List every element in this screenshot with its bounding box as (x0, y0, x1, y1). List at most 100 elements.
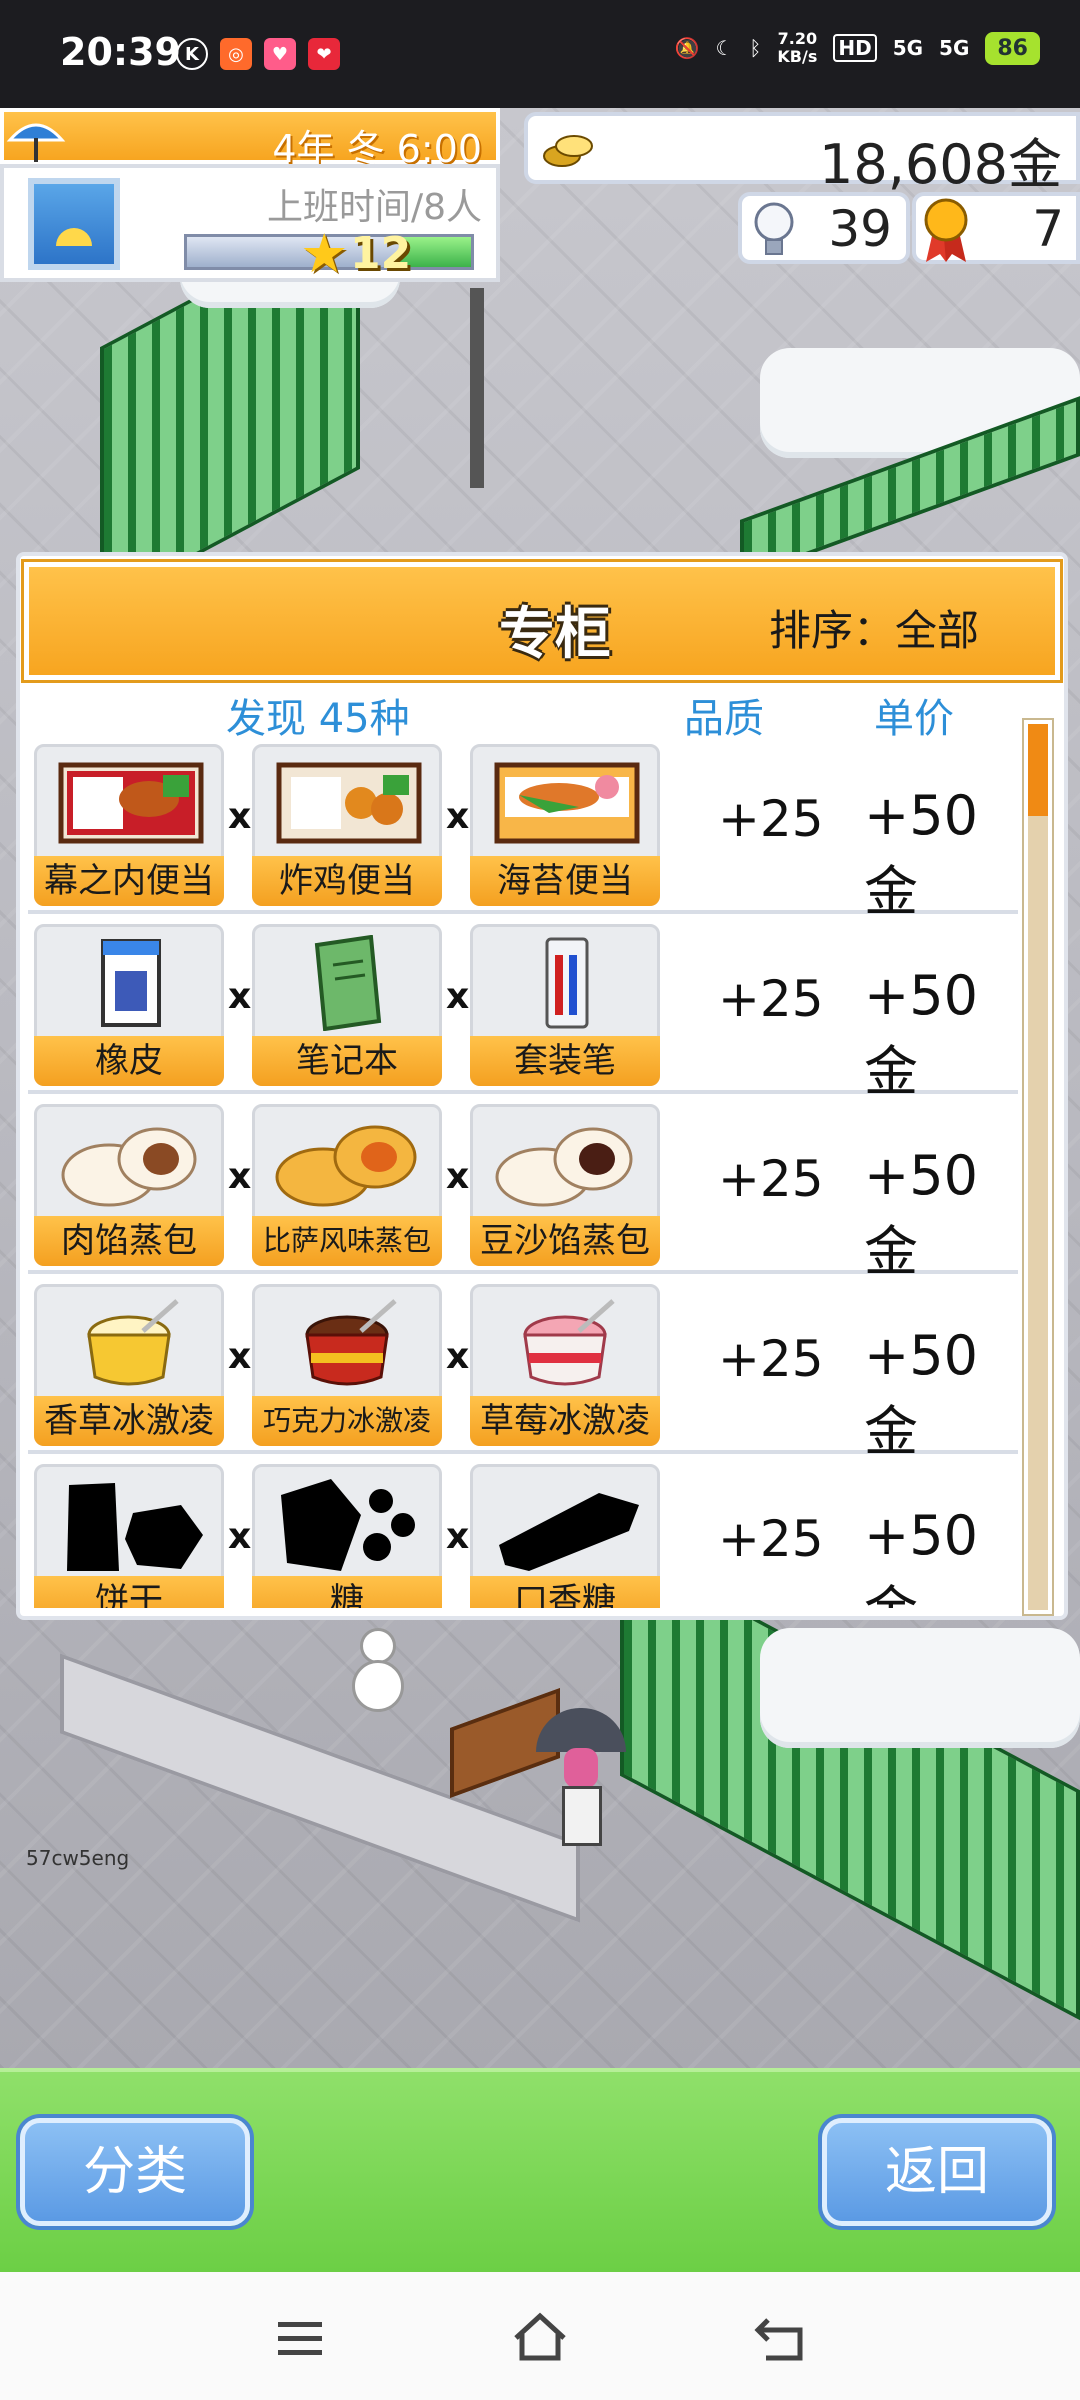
home-icon[interactable] (508, 2306, 572, 2370)
product-name: 橡皮 (34, 1036, 224, 1086)
product-item[interactable]: 口香糖 (470, 1464, 660, 1608)
gum-silhouette-icon (499, 1493, 639, 1571)
combo-list[interactable]: 幕之内便当 x 炸鸡便当 x 海苔便当 +25 +50金 橡皮 x 笔记本 x … (28, 738, 1022, 1608)
network-speed-value: 7.20 (777, 29, 818, 48)
star-icon: ★ (300, 222, 349, 285)
network-speed: 7.20 KB/s (777, 30, 817, 66)
panel-title: 专柜 (499, 602, 611, 667)
app-icon-red: ❤ (308, 38, 340, 70)
date-display: 4年 冬 6:00 (0, 108, 500, 171)
status-bar: 20:39 K ◎ ♥ ❤ 🔕 ☾ ᛒ 7.20 KB/s HD 5G 5G 8… (0, 0, 1080, 108)
moon-icon: ☾ (715, 36, 734, 60)
network-speed-unit: KB/s (777, 47, 818, 66)
ideas-display: 39 (738, 192, 910, 264)
app-icon-pink: ♥ (264, 38, 296, 70)
fried-chicken-bento-icon (276, 762, 422, 844)
combo-price: +50金 (864, 784, 978, 923)
gold-amount: 18,608金 (819, 133, 1062, 196)
combo-row[interactable]: 幕之内便当 x 炸鸡便当 x 海苔便当 +25 +50金 (28, 738, 1018, 923)
product-item[interactable]: 饼干 (34, 1464, 224, 1608)
combo-row[interactable]: 肉馅蒸包 x 比萨风味蒸包 x 豆沙馅蒸包 +25 +50金 (28, 1098, 1018, 1283)
clock: 20:39 (60, 30, 181, 74)
product-item[interactable]: 套装笔 (470, 924, 660, 1086)
product-name: 饼干 (34, 1576, 224, 1608)
combo-times-symbol: x (446, 796, 470, 837)
product-item[interactable]: 笔记本 (252, 924, 442, 1086)
gold-display: 18,608金 (524, 112, 1080, 196)
scrollbar-thumb[interactable] (1028, 724, 1048, 816)
star-level: 12 (350, 228, 412, 279)
combo-times-symbol: x (446, 1156, 470, 1197)
product-item[interactable]: 海苔便当 (470, 744, 660, 906)
lightbulb-icon (754, 202, 794, 255)
panel-header: 专柜 排序：全部 (21, 559, 1063, 683)
product-name: 套装笔 (470, 1036, 660, 1086)
combo-price: +50金 (864, 1504, 978, 1608)
price-header: 单价 (874, 696, 954, 742)
pizza-bun-icon (275, 1125, 417, 1207)
combo-times-symbol: x (228, 1336, 252, 1377)
cookie-silhouette-icon (67, 1483, 203, 1571)
snowman (350, 1628, 410, 1718)
mute-icon: 🔕 (674, 36, 700, 60)
app-icon-orange: ◎ (220, 38, 252, 70)
meat-bun-icon (61, 1127, 197, 1207)
product-item[interactable]: 比萨风味蒸包 (252, 1104, 442, 1266)
strawberry-ice-cream-icon (523, 1299, 615, 1386)
signal-5g-1: 5G (892, 36, 924, 60)
combo-times-symbol: x (228, 796, 252, 837)
combo-row[interactable]: 橡皮 x 笔记本 x 套装笔 +25 +50金 (28, 918, 1018, 1103)
coins-icon (543, 135, 593, 167)
product-name: 肉馅蒸包 (34, 1216, 224, 1266)
snow-roof (760, 1628, 1080, 1748)
product-item[interactable]: 糖 (252, 1464, 442, 1608)
seaweed-bento-icon (494, 762, 640, 844)
list-scrollbar[interactable] (1022, 718, 1054, 1616)
medals-count: 7 (1032, 200, 1064, 258)
notebook-icon (314, 935, 382, 1031)
combo-times-symbol: x (446, 1336, 470, 1377)
candy-silhouette-icon (281, 1479, 415, 1571)
combo-quality: +25 (718, 1510, 824, 1568)
product-name: 笔记本 (252, 1036, 442, 1086)
product-item[interactable]: 肉馅蒸包 (34, 1104, 224, 1266)
product-item[interactable]: 幕之内便当 (34, 744, 224, 906)
pen-set-icon (545, 937, 589, 1029)
product-item[interactable]: 橡皮 (34, 924, 224, 1086)
product-item[interactable]: 巧克力冰激凌 (252, 1284, 442, 1446)
hd-badge: HD (833, 34, 877, 62)
product-name: 比萨风味蒸包 (252, 1216, 442, 1266)
medals-display: 7 (912, 192, 1080, 264)
category-button[interactable]: 分类 (20, 2118, 250, 2226)
combo-times-symbol: x (228, 1516, 252, 1557)
product-item[interactable]: 豆沙馅蒸包 (470, 1104, 660, 1266)
product-name: 炸鸡便当 (252, 856, 442, 906)
sort-button[interactable]: 排序：全部 (769, 597, 979, 658)
bluetooth-icon: ᛒ (749, 36, 762, 60)
product-name: 糖 (252, 1576, 442, 1608)
product-item[interactable]: 草莓冰激凌 (470, 1284, 660, 1446)
k-icon: K (176, 38, 208, 70)
system-indicators: 🔕 ☾ ᛒ 7.20 KB/s HD 5G 5G 86 (675, 30, 1040, 66)
product-name: 幕之内便当 (34, 856, 224, 906)
eraser-icon (101, 939, 161, 1027)
back-nav-icon[interactable] (748, 2306, 812, 2370)
product-item[interactable]: 香草冰激凌 (34, 1284, 224, 1446)
menu-icon[interactable] (268, 2306, 332, 2370)
product-item[interactable]: 炸鸡便当 (252, 744, 442, 906)
combo-quality: +25 (718, 1330, 824, 1388)
combo-times-symbol: x (446, 976, 470, 1017)
product-name: 香草冰激凌 (34, 1396, 224, 1446)
customer-character[interactable] (536, 1708, 626, 1858)
staff-panel[interactable]: 上班时间/8人 ★ 12 (0, 164, 500, 285)
combo-price: +50金 (864, 1144, 978, 1283)
combo-row[interactable]: 饼干 x 糖 x 口香糖 +25 +50金 (28, 1458, 1018, 1608)
red-bean-bun-icon (495, 1127, 633, 1207)
combo-row[interactable]: 香草冰激凌 x 巧克力冰激凌 x 草莓冰激凌 +25 +50金 (28, 1278, 1018, 1463)
found-count: 发现 45种 (226, 696, 410, 742)
combo-quality: +25 (718, 1150, 824, 1208)
back-button[interactable]: 返回 (822, 2118, 1052, 2226)
bottom-action-bar: 分类 返回 (0, 2068, 1080, 2272)
product-name: 巧克力冰激凌 (252, 1396, 442, 1446)
combo-quality: +25 (718, 970, 824, 1028)
